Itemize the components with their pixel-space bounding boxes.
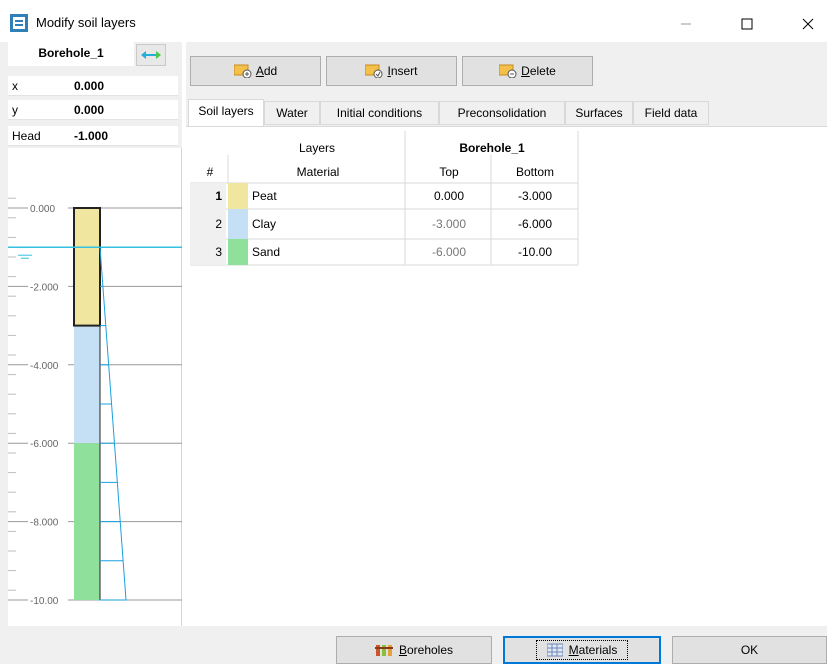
swap-button[interactable] (136, 44, 166, 66)
insert-button-label: Insert (387, 64, 418, 78)
head-label: Head (12, 129, 41, 143)
material-color-swatch (228, 209, 248, 239)
top-cell[interactable]: -3.000 (406, 217, 492, 231)
borehole-profile-chart: 0.000 -2.000 -4.000 -6.000 -8.000 -10.00 (8, 197, 182, 607)
material-color-swatch (228, 183, 248, 209)
borehole-name[interactable]: Borehole_1 (8, 42, 134, 66)
materials-button-label: Materials (568, 643, 618, 657)
row-number: 2 (215, 217, 222, 231)
x-value[interactable]: 0.000 (74, 79, 104, 93)
tab-field-data[interactable]: Field data (633, 101, 709, 125)
material-cell[interactable]: Peat (252, 189, 277, 203)
material-cell[interactable]: Clay (252, 217, 276, 231)
ruler-tick-label: -4.000 (30, 361, 59, 372)
materials-button[interactable]: Materials (503, 636, 661, 664)
row-number: 3 (215, 245, 222, 259)
swap-arrows-icon (141, 51, 161, 59)
maximize-button[interactable] (724, 8, 770, 40)
ruler-tick-label: -6.000 (30, 439, 59, 450)
insert-button[interactable]: Insert (326, 56, 457, 86)
minimize-button[interactable] (663, 8, 709, 40)
bottom-cell[interactable]: -10.00 (492, 245, 578, 259)
maximize-icon (741, 18, 753, 30)
tab-preconsolidation[interactable]: Preconsolidation (439, 101, 565, 125)
soil-layer-block (74, 208, 100, 326)
bottom-cell[interactable]: -3.000 (492, 189, 578, 203)
soil-layers-panel: Layers Borehole_1 # Material Top Bottom … (186, 126, 827, 626)
app-icon (10, 14, 28, 32)
add-mnemonic: A (255, 64, 264, 78)
ok-button[interactable]: OK (672, 636, 827, 664)
top-cell[interactable]: -6.000 (406, 245, 492, 259)
title-bar: Modify soil layers (0, 0, 827, 42)
delete-button-label: Delete (521, 64, 556, 78)
borehole-profile: 0.000 -2.000 -4.000 -6.000 -8.000 -10.00 (8, 148, 182, 664)
head-value[interactable]: -1.000 (74, 129, 108, 143)
window-title: Modify soil layers (36, 15, 136, 30)
tab-water[interactable]: Water (264, 101, 320, 125)
materials-button-focus: Materials (535, 640, 629, 660)
insert-mnemonic: I (387, 64, 391, 78)
x-label: x (12, 79, 18, 93)
close-button[interactable] (785, 8, 827, 40)
boreholes-icon (374, 645, 393, 656)
main-area: Add Insert Delete Soil layers Water Init… (186, 42, 827, 626)
tab-surfaces[interactable]: Surfaces (565, 101, 633, 125)
y-field[interactable]: y 0.000 (8, 100, 178, 120)
y-label: y (12, 103, 18, 117)
materials-icon (546, 643, 563, 657)
add-button-label: Add (255, 64, 278, 78)
boreholes-mnemonic: B (398, 643, 407, 657)
boreholes-button-label: Boreholes (398, 643, 454, 657)
row-number: 1 (215, 189, 222, 203)
bottom-cell[interactable]: -6.000 (492, 217, 578, 231)
top-cell[interactable]: 0.000 (406, 189, 492, 203)
insert-layer-icon (365, 64, 383, 78)
close-icon (802, 18, 814, 30)
y-value[interactable]: 0.000 (74, 103, 104, 117)
add-button[interactable]: Add (190, 56, 321, 86)
delete-layer-icon (499, 64, 517, 78)
material-cell[interactable]: Sand (252, 245, 280, 259)
tab-initial-conditions[interactable]: Initial conditions (320, 101, 439, 125)
tab-strip: Soil layers Water Initial conditions Pre… (186, 99, 827, 126)
ruler-tick-label: -2.000 (30, 282, 59, 293)
soil-layer-block (74, 443, 100, 600)
tab-soil-layers[interactable]: Soil layers (188, 99, 264, 126)
materials-mnemonic: M (568, 643, 579, 657)
ruler-tick-label: -8.000 (30, 518, 59, 529)
borehole-panel: Borehole_1 x 0.000 y 0.000 Head -1.000 0… (0, 42, 182, 664)
minimize-icon (681, 23, 691, 25)
x-field[interactable]: x 0.000 (8, 76, 178, 96)
boreholes-button[interactable]: Boreholes (336, 636, 492, 664)
delete-mnemonic: D (521, 64, 530, 78)
ruler-tick-label: 0.000 (30, 204, 55, 215)
pore-pressure-diagram (99, 247, 127, 601)
head-field[interactable]: Head -1.000 (8, 126, 178, 146)
ruler-tick-label: -10.00 (30, 596, 59, 607)
material-color-swatch (228, 239, 248, 265)
soil-layer-block (74, 325, 100, 444)
add-layer-icon (233, 64, 252, 78)
dialog-footer: Boreholes Materials OK (0, 626, 827, 664)
delete-button[interactable]: Delete (462, 56, 593, 86)
